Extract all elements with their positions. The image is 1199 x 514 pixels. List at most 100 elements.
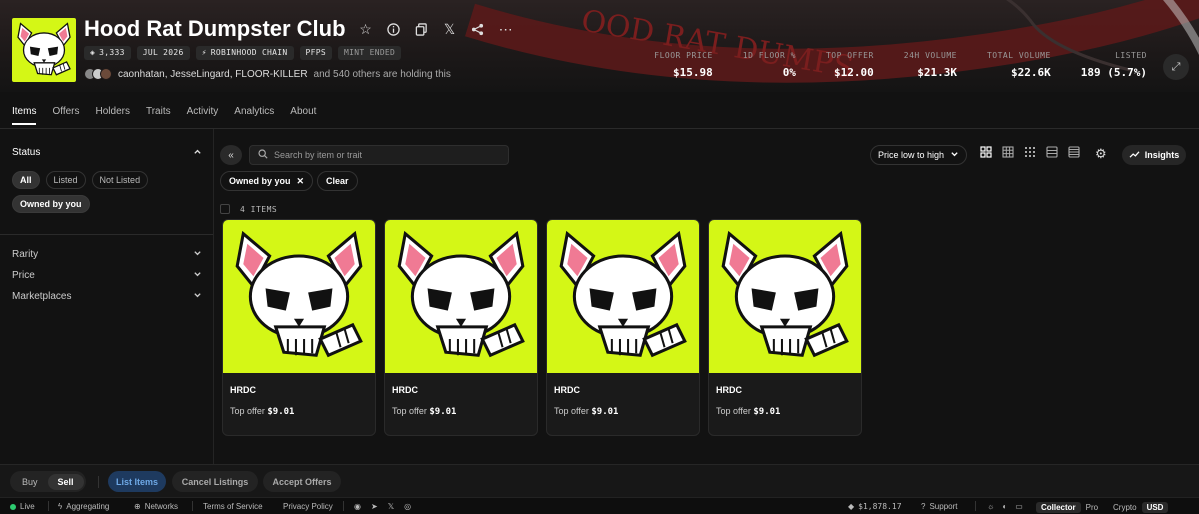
crypto-currency-button[interactable]: Crypto (1108, 502, 1142, 513)
select-all-checkbox[interactable] (220, 204, 230, 214)
divider (975, 501, 976, 511)
holder-names[interactable]: caonhatan, JesseLingard, FLOOR-KILLER (118, 69, 308, 80)
rarity-filter[interactable]: Rarity (12, 249, 202, 261)
x-twitter-icon[interactable]: 𝕏 (442, 21, 458, 37)
telegram-icon[interactable]: ➤ (371, 502, 378, 511)
divider (192, 501, 193, 511)
mode-toggle: Collector Pro (1036, 502, 1103, 513)
tab-about[interactable]: About (290, 106, 316, 125)
item-card[interactable]: HRDC Top offer $9.01 (546, 219, 700, 436)
divider (48, 501, 49, 511)
stat-top-offer: TOP OFFER $12.00 (825, 51, 874, 79)
layers-icon: ◈ (90, 48, 96, 57)
stats-bar: FLOOR PRICE $15.98 1D FLOOR % 0% TOP OFFER… (624, 51, 1147, 79)
item-card[interactable]: HRDC Top offer $9.01 (222, 219, 376, 436)
chevrons-left-icon: « (228, 149, 234, 161)
stat-listed: LISTED 189 (5.7%) (1080, 51, 1147, 79)
chain-icon: ⚡ (201, 48, 207, 57)
star-icon[interactable]: ☆ (358, 21, 374, 37)
close-icon[interactable]: ✕ (297, 176, 305, 187)
category-chip[interactable]: PFPS (299, 46, 332, 60)
monitor-icon[interactable]: ▭ (1015, 502, 1023, 511)
lightning-icon: ϟ (58, 502, 63, 511)
sell-mode-button[interactable]: Sell (47, 473, 84, 490)
search-bar[interactable] (249, 145, 509, 165)
item-image (223, 220, 375, 373)
item-offer: Top offer $9.01 (230, 406, 295, 417)
divider (343, 501, 344, 511)
owned-filter-chip[interactable]: Owned by you ✕ (220, 171, 314, 191)
status-owned-pill[interactable]: Owned by you (12, 195, 90, 213)
item-offer: Top offer $9.01 (554, 406, 619, 417)
item-card[interactable]: HRDC Top offer $9.01 (384, 219, 538, 436)
share-icon[interactable] (470, 21, 486, 37)
items-count: 4 ITEMS (220, 204, 277, 214)
collapse-sidebar-button[interactable]: « (220, 145, 242, 165)
sort-dropdown[interactable]: Price low to high (870, 145, 967, 165)
item-offer: Top offer $9.01 (716, 406, 781, 417)
collection-logo (12, 18, 76, 82)
date-chip: JUL 2026 (136, 46, 190, 60)
cancel-listings-button[interactable]: Cancel Listings (172, 471, 258, 492)
collection-header: OOD RAT DUMPS Hood Rat Dumpster Club ☆ 𝕏… (0, 0, 1199, 92)
buy-mode-button[interactable]: Buy (12, 474, 48, 490)
stat-1d-floor: 1D FLOOR % 0% (742, 51, 796, 79)
tab-analytics[interactable]: Analytics (234, 106, 274, 125)
tab-traits[interactable]: Traits (146, 106, 171, 125)
tab-activity[interactable]: Activity (187, 106, 219, 125)
clear-filters-button[interactable]: Clear (317, 171, 358, 191)
sun-icon[interactable]: ☼ (987, 502, 994, 511)
tab-offers[interactable]: Offers (52, 106, 79, 125)
list-view-icon[interactable] (1046, 146, 1058, 158)
insights-button[interactable]: Insights (1122, 145, 1186, 165)
status-listed-pill[interactable]: Listed (45, 171, 86, 189)
instagram-icon[interactable]: ◎ (404, 502, 411, 511)
grid-large-view-icon[interactable] (980, 146, 992, 158)
copy-icon[interactable] (414, 21, 430, 37)
table-view-icon[interactable] (1068, 146, 1080, 158)
accept-offers-button[interactable]: Accept Offers (263, 471, 341, 492)
mint-status-chip: MINT ENDED (338, 46, 402, 60)
chevron-up-icon (193, 147, 202, 159)
item-card[interactable]: HRDC Top offer $9.01 (708, 219, 862, 436)
expand-icon[interactable]: ⤢ (1163, 54, 1189, 80)
support-link[interactable]: ? Support (921, 502, 957, 511)
social-links: ◉ ➤ 𝕏 ◎ (354, 502, 411, 511)
moon-icon[interactable]: ◐ (1002, 502, 1007, 511)
globe-icon: ⊕ (134, 502, 141, 511)
networks-link[interactable]: ⊕ Networks (134, 502, 178, 511)
grid-medium-view-icon[interactable] (1002, 146, 1014, 158)
marketplaces-filter[interactable]: Marketplaces (12, 291, 202, 303)
buy-sell-toggle: Buy Sell (10, 471, 86, 492)
chevron-down-icon (193, 291, 202, 303)
item-offer: Top offer $9.01 (392, 406, 457, 417)
settings-gear-icon[interactable]: ⚙ (1095, 146, 1107, 162)
item-image (709, 220, 861, 373)
tab-items[interactable]: Items (12, 106, 37, 125)
pro-mode-button[interactable]: Pro (1081, 502, 1103, 513)
search-input[interactable] (274, 150, 494, 160)
eth-price: ◆ $1,878.17 (848, 502, 902, 511)
tab-holders[interactable]: Holders (96, 106, 130, 125)
item-name: HRDC (716, 385, 742, 395)
grid-small-view-icon[interactable] (1024, 146, 1036, 158)
terms-link[interactable]: Terms of Service (203, 502, 263, 511)
status-all-pill[interactable]: All (12, 171, 40, 189)
price-filter[interactable]: Price (12, 270, 202, 282)
trend-icon (1129, 150, 1140, 161)
privacy-link[interactable]: Privacy Policy (283, 502, 333, 511)
collection-tabs: Items Offers Holders Traits Activity Ana… (12, 106, 316, 125)
status-not-listed-pill[interactable]: Not Listed (91, 171, 149, 189)
chain-chip[interactable]: ⚡ ROBINHOOD CHAIN (195, 46, 294, 60)
list-items-button[interactable]: List Items (108, 471, 166, 492)
supply-chip: ◈ 3,333 (84, 46, 131, 60)
more-icon[interactable]: ⋯ (498, 21, 514, 37)
usd-currency-button[interactable]: USD (1141, 502, 1169, 513)
info-icon[interactable] (386, 21, 402, 37)
x-twitter-icon[interactable]: 𝕏 (388, 502, 394, 511)
discord-icon[interactable]: ◉ (354, 502, 361, 511)
collector-mode-button[interactable]: Collector (1036, 502, 1081, 513)
status-filter-header[interactable]: Status (12, 147, 202, 159)
item-name: HRDC (230, 385, 256, 395)
aggregating-link[interactable]: ϟ Aggregating (58, 502, 109, 511)
